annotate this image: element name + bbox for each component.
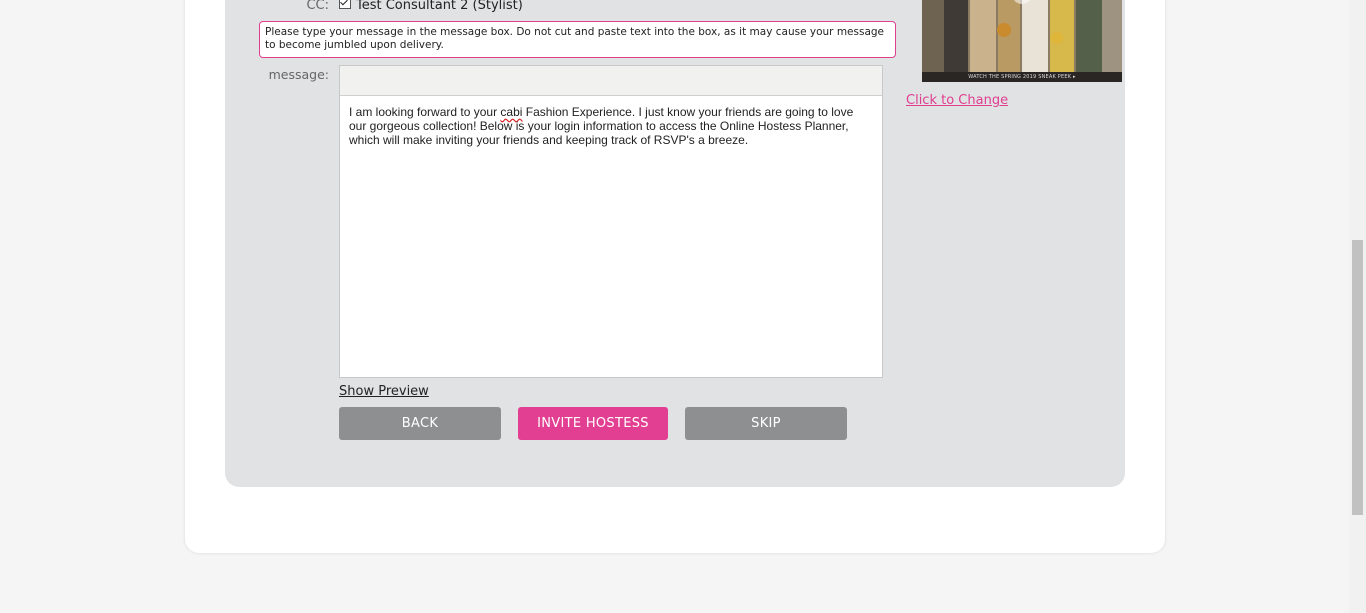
cc-checkbox[interactable] [339, 0, 351, 9]
cc-recipient: Test Consultant 2 (Stylist) [356, 0, 523, 13]
back-button[interactable]: BACK [339, 407, 501, 440]
message-misspelled-word: cabi [500, 105, 523, 119]
invite-hostess-button[interactable]: INVITE HOSTESS [518, 407, 668, 440]
editor-toolbar [340, 66, 882, 96]
message-label: message: [268, 67, 329, 82]
video-caption: WATCH THE SPRING 2019 SNEAK PEEK ▸ [968, 74, 1076, 80]
cc-row: CC: Test Consultant 2 (Stylist) [300, 0, 523, 13]
page-scrollbar[interactable] [1349, 0, 1366, 613]
message-textarea[interactable]: I am looking forward to your cabi Fashio… [340, 96, 882, 156]
message-notice: Please type your message in the message … [259, 21, 896, 58]
skip-button[interactable]: SKIP [685, 407, 847, 440]
show-preview-link[interactable]: Show Preview [339, 384, 429, 399]
cc-label: CC: [306, 0, 329, 13]
page: CC: Test Consultant 2 (Stylist) Please t… [0, 0, 1366, 613]
message-text-start: I am looking forward to your [349, 105, 501, 119]
video-preview-image [922, 0, 1122, 72]
message-editor[interactable]: I am looking forward to your cabi Fashio… [339, 65, 883, 378]
click-to-change-link[interactable]: Click to Change [906, 93, 1008, 108]
scrollbar-thumb[interactable] [1352, 240, 1363, 515]
video-thumbnail[interactable]: WATCH THE SPRING 2019 SNEAK PEEK ▸ [922, 0, 1122, 82]
